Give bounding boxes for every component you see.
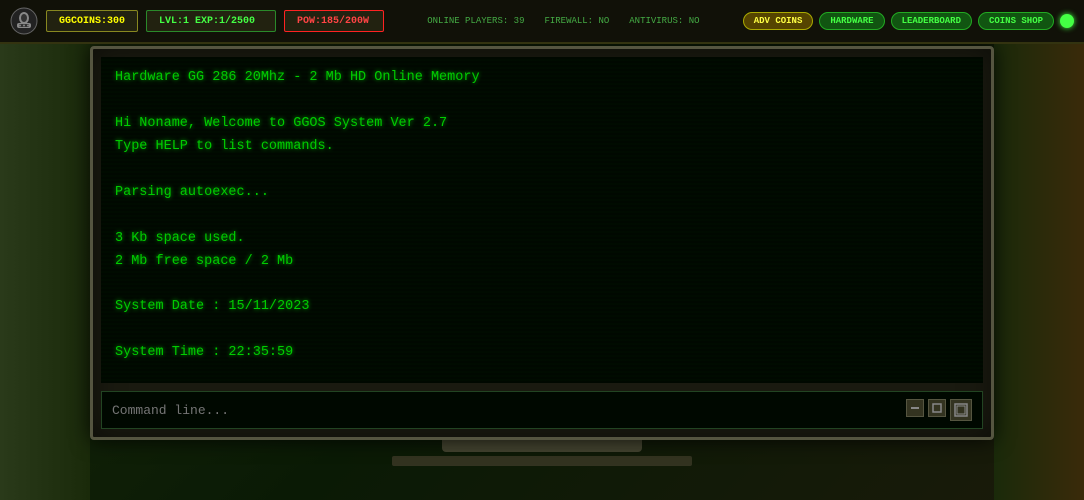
- pow-bar: POW:185/200W: [284, 10, 384, 32]
- command-input[interactable]: [112, 403, 898, 418]
- terminal-line-11: System Date : 15/11/2023: [115, 296, 969, 319]
- minus-icon: [910, 403, 920, 413]
- stand-base: [392, 456, 692, 466]
- coins-shop-button[interactable]: COINS SHOP: [978, 12, 1054, 30]
- coins-bar: GGCOINS:300: [46, 10, 138, 32]
- top-buttons: ADV COINS HARDWARE LEADERBOARD COINS SHO…: [743, 12, 1074, 30]
- adv-coins-button[interactable]: ADV COINS: [743, 12, 814, 30]
- exp-label: LVL:1 EXP:1/2500: [153, 16, 261, 27]
- terminal-line-8: 3 Kb space used.: [115, 228, 969, 251]
- cmd-btn-3[interactable]: [950, 399, 972, 421]
- terminal-screen: Hardware GG 286 20Mhz - 2 Mb HD Online M…: [101, 57, 983, 383]
- antivirus-status: ANTIVIRUS: NO: [629, 16, 699, 26]
- pow-label: POW:185/200W: [291, 16, 375, 27]
- terminal-line-1: Hardware GG 286 20Mhz - 2 Mb HD Online M…: [115, 67, 969, 90]
- cmd-btn-1[interactable]: [906, 399, 924, 417]
- terminal-line-10: [115, 273, 969, 296]
- exp-bar: LVL:1 EXP:1/2500: [146, 10, 276, 32]
- anon-icon: [10, 7, 38, 35]
- command-bar: [101, 391, 983, 429]
- firewall-status: FIREWALL: NO: [544, 16, 609, 26]
- terminal-line-4: Type HELP to list commands.: [115, 136, 969, 159]
- cmd-btn-2[interactable]: [928, 399, 946, 417]
- hardware-button[interactable]: HARDWARE: [819, 12, 884, 30]
- terminal-line-6: Parsing autoexec...: [115, 182, 969, 205]
- terminal-line-3: Hi Noname, Welcome to GGOS System Ver 2.…: [115, 113, 969, 136]
- top-info: ONLINE PLAYERS: 39 FIREWALL: NO ANTIVIRU…: [392, 16, 735, 26]
- online-players: ONLINE PLAYERS: 39: [427, 16, 524, 26]
- top-bar: GGCOINS:300 LVL:1 EXP:1/2500 POW:185/200…: [0, 0, 1084, 44]
- cmd-buttons: [906, 399, 972, 421]
- square-icon: [932, 403, 942, 413]
- terminal-output: Hardware GG 286 20Mhz - 2 Mb HD Online M…: [115, 67, 969, 383]
- terminal-line-5: [115, 159, 969, 182]
- terminal-line-14: [115, 365, 969, 383]
- bg-right-panel: [994, 0, 1084, 500]
- coins-label: GGCOINS:300: [53, 16, 131, 27]
- terminal-line-9: 2 Mb free space / 2 Mb: [115, 251, 969, 274]
- terminal-line-13: System Time : 22:35:59: [115, 342, 969, 365]
- monitor: Hardware GG 286 20Mhz - 2 Mb HD Online M…: [90, 46, 994, 440]
- terminal-line-12: [115, 319, 969, 342]
- terminal-line-2: [115, 90, 969, 113]
- stand-top: [442, 440, 642, 452]
- bg-left-panel: [0, 0, 90, 500]
- expand-icon: [954, 403, 968, 417]
- leaderboard-button[interactable]: LEADERBOARD: [891, 12, 972, 30]
- status-dot: [1060, 14, 1074, 28]
- monitor-stand: [90, 440, 994, 500]
- terminal-line-7: [115, 205, 969, 228]
